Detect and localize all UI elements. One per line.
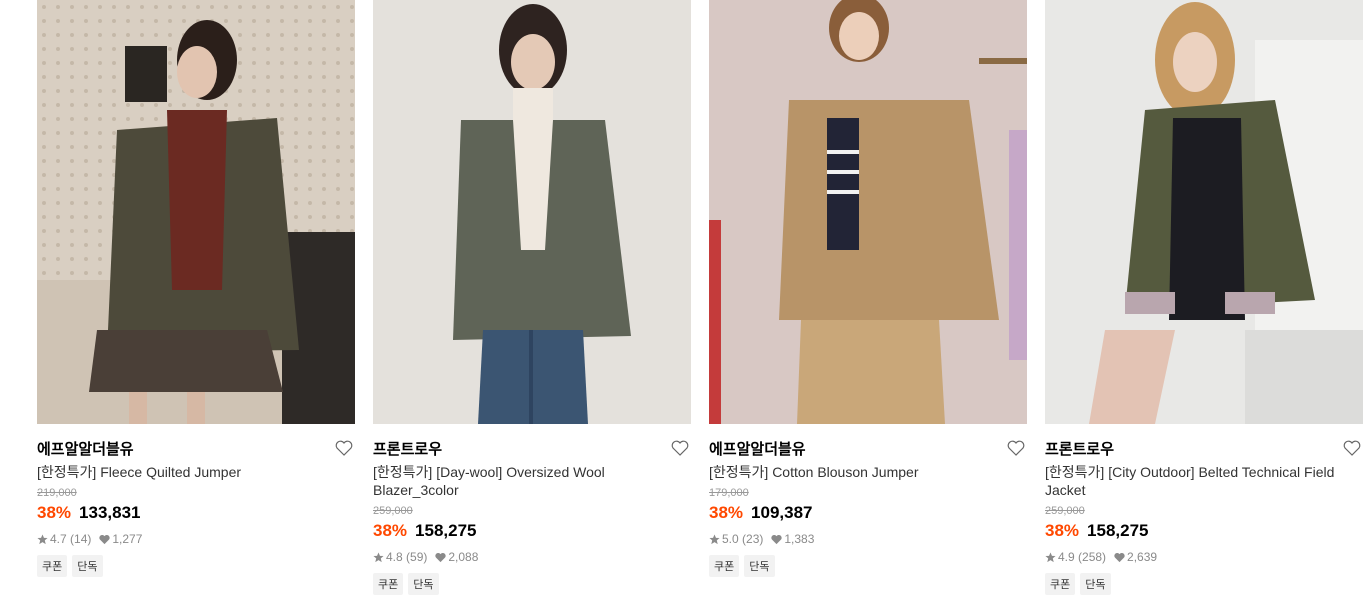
product-card[interactable]: 프론트로우 [한정특가] [Day-wool] Oversized Wool B… bbox=[373, 0, 691, 595]
original-price: 219,000 bbox=[37, 487, 77, 499]
rating-value: 4.8 bbox=[386, 550, 403, 564]
product-title[interactable]: [한정특가] Fleece Quilted Jumper bbox=[37, 463, 355, 481]
star-icon bbox=[1045, 551, 1056, 562]
brand-name[interactable]: 에프알알더블유 bbox=[37, 438, 134, 459]
discount-rate: 38% bbox=[37, 503, 72, 522]
tag-coupon: 쿠폰 bbox=[709, 555, 740, 577]
sale-price: 158,275 bbox=[1087, 521, 1149, 540]
tag-list: 쿠폰 단독 bbox=[373, 573, 691, 595]
original-price: 179,000 bbox=[709, 487, 749, 499]
tag-exclusive: 단독 bbox=[1080, 573, 1111, 595]
product-image[interactable] bbox=[1045, 0, 1363, 424]
review-count: (14) bbox=[70, 532, 92, 546]
review-count: (258) bbox=[1078, 550, 1107, 564]
rating-value: 4.7 bbox=[50, 532, 67, 546]
like-count: 2,639 bbox=[1127, 550, 1158, 564]
product-card[interactable]: 프론트로우 [한정특가] [City Outdoor] Belted Techn… bbox=[1045, 0, 1363, 595]
product-meta: 4.8 (59) 2,088 bbox=[373, 550, 691, 564]
review-count: (59) bbox=[406, 550, 428, 564]
product-image[interactable] bbox=[37, 0, 355, 424]
tag-exclusive: 단독 bbox=[408, 573, 439, 595]
tag-coupon: 쿠폰 bbox=[37, 555, 68, 577]
heart-filled-icon bbox=[1114, 552, 1125, 562]
tag-list: 쿠폰 단독 bbox=[37, 555, 355, 577]
discount-rate: 38% bbox=[373, 521, 408, 540]
like-count: 1,277 bbox=[112, 532, 143, 546]
star-icon bbox=[373, 551, 384, 562]
sale-price: 133,831 bbox=[79, 503, 141, 522]
product-grid: 에프알알더블유 [한정특가] Fleece Quilted Jumper 219… bbox=[0, 0, 1369, 616]
tag-list: 쿠폰 단독 bbox=[709, 555, 1027, 577]
brand-name[interactable]: 프론트로우 bbox=[373, 438, 442, 459]
brand-name[interactable]: 프론트로우 bbox=[1045, 438, 1114, 459]
heart-outline-icon[interactable] bbox=[1343, 440, 1361, 456]
like-count: 1,383 bbox=[784, 532, 815, 546]
product-title[interactable]: [한정특가] [Day-wool] Oversized Wool Blazer_… bbox=[373, 463, 691, 499]
product-title[interactable]: [한정특가] [City Outdoor] Belted Technical F… bbox=[1045, 463, 1363, 499]
heart-filled-icon bbox=[99, 534, 111, 544]
product-image[interactable] bbox=[709, 0, 1027, 424]
original-price: 259,000 bbox=[373, 505, 413, 517]
star-icon bbox=[709, 533, 720, 544]
star-icon bbox=[37, 533, 48, 544]
tag-list: 쿠폰 단독 bbox=[1045, 573, 1363, 595]
heart-outline-icon[interactable] bbox=[671, 440, 689, 456]
heart-filled-icon bbox=[771, 534, 783, 544]
like-count: 2,088 bbox=[448, 550, 479, 564]
sale-price: 109,387 bbox=[751, 503, 813, 522]
heart-outline-icon[interactable] bbox=[1007, 440, 1025, 456]
discount-rate: 38% bbox=[709, 503, 744, 522]
rating-value: 5.0 bbox=[722, 532, 739, 546]
review-count: (23) bbox=[742, 532, 764, 546]
tag-coupon: 쿠폰 bbox=[1045, 573, 1076, 595]
product-image[interactable] bbox=[373, 0, 691, 424]
product-meta: 5.0 (23) 1,383 bbox=[709, 532, 1027, 546]
tag-exclusive: 단독 bbox=[744, 555, 775, 577]
product-meta: 4.7 (14) 1,277 bbox=[37, 532, 355, 546]
product-card[interactable]: 에프알알더블유 [한정특가] Cotton Blouson Jumper 179… bbox=[709, 0, 1027, 577]
tag-exclusive: 단독 bbox=[72, 555, 103, 577]
product-title[interactable]: [한정특가] Cotton Blouson Jumper bbox=[709, 463, 1027, 481]
discount-rate: 38% bbox=[1045, 521, 1080, 540]
heart-filled-icon bbox=[435, 552, 447, 562]
heart-outline-icon[interactable] bbox=[335, 440, 353, 456]
tag-coupon: 쿠폰 bbox=[373, 573, 404, 595]
product-meta: 4.9 (258) 2,639 bbox=[1045, 550, 1363, 564]
original-price: 259,000 bbox=[1045, 505, 1085, 517]
brand-name[interactable]: 에프알알더블유 bbox=[709, 438, 806, 459]
product-card[interactable]: 에프알알더블유 [한정특가] Fleece Quilted Jumper 219… bbox=[37, 0, 355, 577]
sale-price: 158,275 bbox=[415, 521, 477, 540]
rating-value: 4.9 bbox=[1058, 550, 1075, 564]
